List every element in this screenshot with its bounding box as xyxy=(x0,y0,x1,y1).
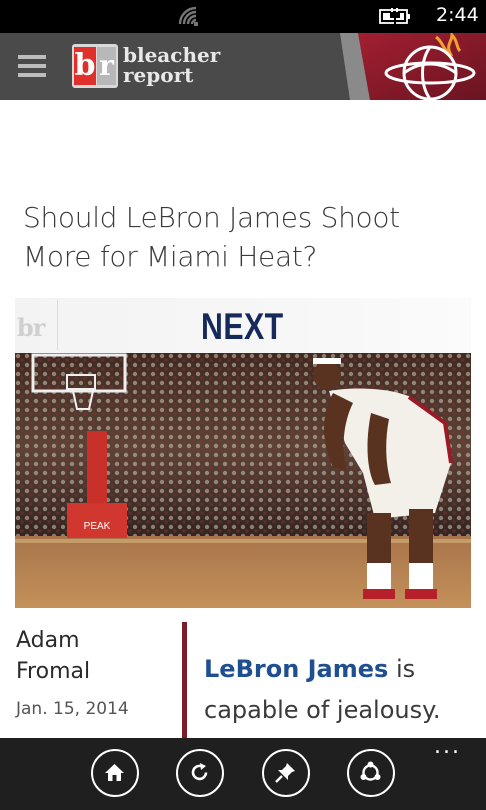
battery-charging-icon xyxy=(379,8,410,24)
logo-letter-b: b xyxy=(74,47,96,85)
share-button[interactable] xyxy=(347,749,395,797)
next-article-logo: br xyxy=(17,313,45,342)
pin-icon xyxy=(275,763,295,783)
author-block: Adam Fromal Jan. 15, 2014 xyxy=(16,625,176,719)
share-icon xyxy=(360,761,381,781)
refresh-button[interactable] xyxy=(176,749,224,797)
quote-divider xyxy=(182,622,187,740)
hamburger-icon[interactable] xyxy=(18,55,46,79)
bleacher-report-logo[interactable]: b r xyxy=(72,44,118,88)
article-lede: LeBron James is capable of jealousy. xyxy=(204,649,474,731)
app-bar: ... xyxy=(0,736,486,810)
home-icon xyxy=(105,764,124,781)
publish-date: Jan. 15, 2014 xyxy=(16,699,129,719)
brand-line-2: report xyxy=(123,63,194,87)
divider xyxy=(57,300,58,350)
brand-wordmark: bleacher report xyxy=(123,45,220,85)
author-name[interactable]: Adam Fromal xyxy=(16,625,136,687)
miami-heat-logo xyxy=(340,33,486,100)
svg-text:PEAK: PEAK xyxy=(84,521,111,532)
article-headline: Should LeBron James Shoot More for Miami… xyxy=(23,201,400,273)
signal-icon xyxy=(178,6,198,26)
app-header: b r bleacher report xyxy=(0,33,486,100)
refresh-icon xyxy=(191,763,208,781)
pin-button[interactable] xyxy=(262,749,310,797)
status-time: 2:44 xyxy=(436,4,479,26)
next-article-button[interactable]: br NEXT ARTICLE » xyxy=(15,298,471,389)
more-options-button[interactable]: ... xyxy=(434,736,461,758)
player-link[interactable]: LeBron James xyxy=(204,655,388,683)
lebron-james-on-court-photo[interactable]: PEAK xyxy=(15,353,471,608)
status-bar: 2:44 xyxy=(0,0,486,33)
home-button[interactable] xyxy=(91,749,139,797)
brand-line-1: bleacher xyxy=(123,43,221,67)
logo-letter-r: r xyxy=(97,47,116,85)
